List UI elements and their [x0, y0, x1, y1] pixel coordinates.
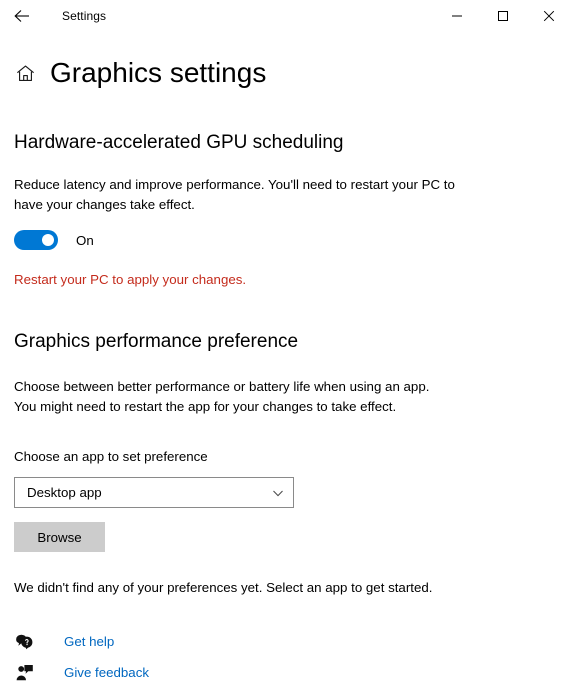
get-help-link-label: Get help: [64, 634, 115, 649]
gpu-scheduling-heading: Hardware-accelerated GPU scheduling: [14, 132, 344, 153]
page-title: Graphics settings: [50, 57, 267, 88]
preferences-empty-state-text: We didn't find any of your preferences y…: [14, 580, 433, 595]
feedback-person-icon: [14, 662, 36, 684]
back-button[interactable]: [0, 0, 44, 32]
help-bubble-icon: [14, 631, 36, 653]
gpu-scheduling-description: Reduce latency and improve performance. …: [14, 177, 455, 212]
app-title: Settings: [62, 9, 107, 23]
graphics-preference-section: Graphics performance preference Choose b…: [14, 329, 558, 598]
give-feedback-link[interactable]: Give feedback: [14, 657, 149, 688]
choose-app-label: Choose an app to set preference: [14, 449, 208, 464]
minimize-button[interactable]: [434, 0, 480, 32]
give-feedback-link-label: Give feedback: [64, 665, 150, 680]
back-arrow-icon: [12, 6, 32, 26]
graphics-preference-description: Choose between better performance or bat…: [14, 379, 430, 414]
gpu-scheduling-toggle-row: On: [14, 230, 558, 250]
window-controls: [434, 0, 572, 32]
browse-button[interactable]: Browse: [14, 522, 105, 552]
page-header: Graphics settings: [14, 53, 558, 93]
footer-links: Get help Give feedback: [14, 626, 149, 688]
close-icon: [543, 10, 555, 22]
maximize-icon: [497, 10, 509, 22]
gpu-scheduling-section: Hardware-accelerated GPU scheduling Redu…: [14, 130, 558, 289]
home-icon[interactable]: [14, 62, 36, 84]
minimize-icon: [451, 10, 463, 22]
graphics-preference-heading: Graphics performance preference: [14, 331, 299, 352]
chevron-down-icon: [263, 486, 293, 500]
app-type-dropdown-value: Desktop app: [27, 485, 102, 500]
maximize-button[interactable]: [480, 0, 526, 32]
settings-page-content: Graphics settings Hardware-accelerated G…: [0, 53, 572, 598]
toggle-knob: [42, 234, 54, 246]
close-button[interactable]: [526, 0, 572, 32]
app-type-dropdown[interactable]: Desktop app: [14, 477, 294, 508]
get-help-link[interactable]: Get help: [14, 626, 149, 657]
gpu-scheduling-toggle-label: On: [76, 232, 94, 248]
title-bar: Settings: [0, 0, 572, 32]
gpu-scheduling-toggle[interactable]: [14, 230, 58, 250]
restart-warning-text: Restart your PC to apply your changes.: [14, 272, 247, 287]
